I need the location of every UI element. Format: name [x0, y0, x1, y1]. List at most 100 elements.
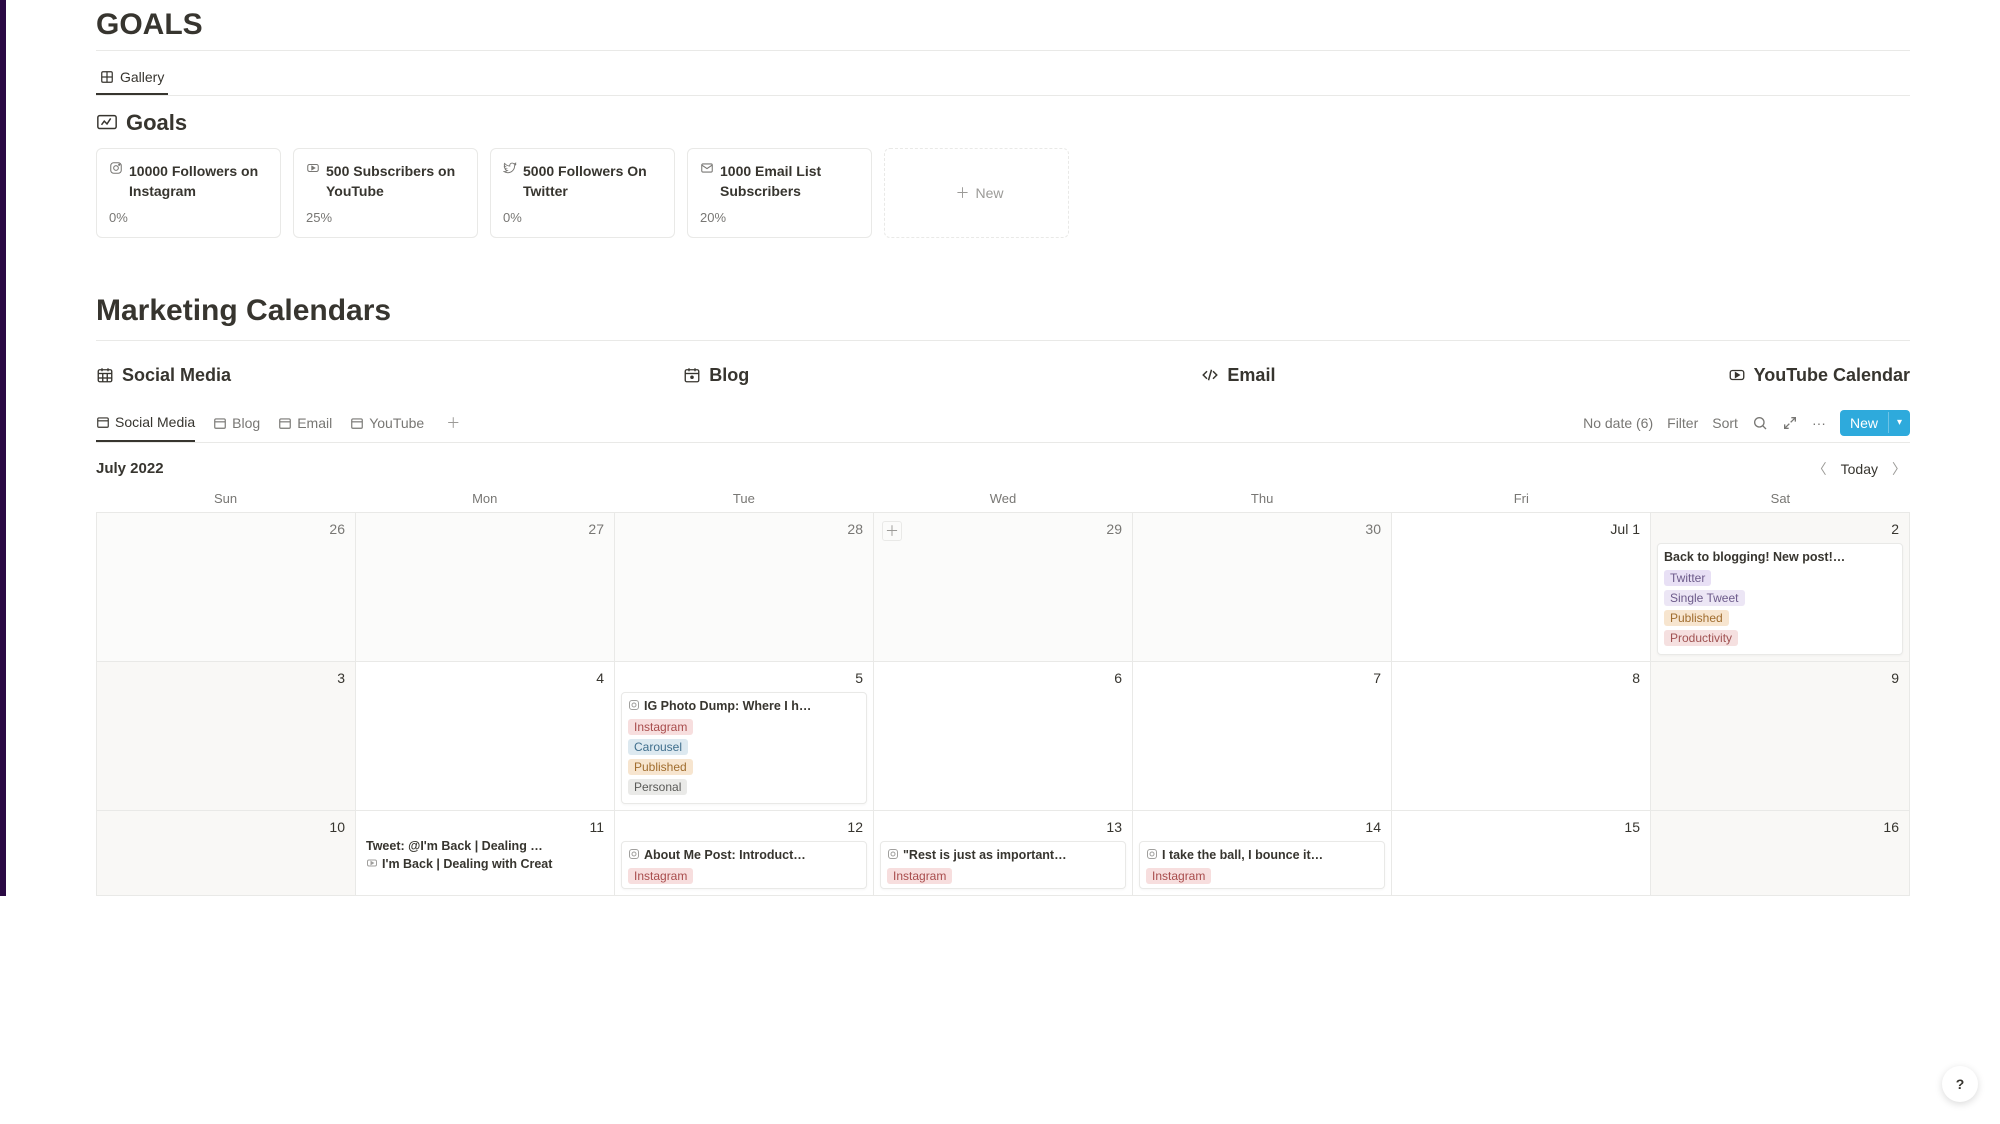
goal-card-youtube[interactable]: 500 Subscribers on YouTube 25%: [293, 148, 478, 238]
database-tabs: Social Media Blog Email YouTube ＋: [96, 404, 464, 442]
youtube-calendar-link[interactable]: YouTube Calendar: [1728, 365, 1910, 386]
calendar-cell[interactable]: 14 I take the ball, I bounce it… Instagr…: [1133, 811, 1392, 896]
event-card[interactable]: Back to blogging! New post!… Twitter Sin…: [1657, 543, 1903, 655]
event-card[interactable]: IG Photo Dump: Where I h… Instagram Caro…: [621, 692, 867, 804]
event-tag: Productivity: [1664, 630, 1738, 646]
new-goal-label: New: [975, 185, 1003, 201]
twitter-icon: [503, 161, 517, 202]
social-media-link-label: Social Media: [122, 365, 231, 386]
calendar-cell[interactable]: 2 Back to blogging! New post!… Twitter S…: [1651, 513, 1910, 662]
calendar-cell[interactable]: 16: [1651, 811, 1910, 896]
more-icon[interactable]: ···: [1812, 415, 1826, 431]
day-number: 26: [103, 519, 349, 539]
database-controls: No date (6) Filter Sort ··· New ▾: [1583, 410, 1910, 436]
calendar-cell[interactable]: 8: [1392, 662, 1651, 811]
calendar-cell[interactable]: 4: [356, 662, 615, 811]
day-number: 11: [362, 817, 608, 837]
database-tabs-row: Social Media Blog Email YouTube ＋ No dat…: [96, 404, 1910, 443]
add-event-plus-icon[interactable]: ＋: [882, 521, 902, 541]
calendar-grid-icon: [96, 366, 114, 384]
db-tab-youtube[interactable]: YouTube: [350, 405, 424, 441]
event-mini[interactable]: I'm Back | Dealing with Creat: [362, 855, 608, 873]
filter-button[interactable]: Filter: [1667, 415, 1698, 431]
db-tab-label: Blog: [232, 415, 260, 431]
calendar-icon: [350, 416, 364, 430]
expand-icon[interactable]: [1782, 415, 1798, 431]
db-tab-label: YouTube: [369, 415, 424, 431]
calendar-grid: 26 27 28 ＋ 29 30 Jul 1 2 Back to bloggin…: [96, 512, 1910, 896]
calendar-cell[interactable]: 5 IG Photo Dump: Where I h… Instagram Ca…: [615, 662, 874, 811]
search-icon[interactable]: [1752, 415, 1768, 431]
calendar-header: July 2022 〈 Today 〉: [96, 443, 1910, 491]
event-mini[interactable]: Tweet: @I'm Back | Dealing …: [362, 837, 608, 855]
new-button[interactable]: New ▾: [1840, 410, 1910, 436]
db-tab-blog[interactable]: Blog: [213, 405, 260, 441]
day-number: 2: [1657, 519, 1903, 539]
event-card[interactable]: About Me Post: Introduct… Instagram: [621, 841, 867, 889]
calendar-cell[interactable]: ＋ 29: [874, 513, 1133, 662]
db-tab-label: Social Media: [115, 414, 195, 430]
goal-card-twitter[interactable]: 5000 Followers On Twitter 0%: [490, 148, 675, 238]
event-tag: Carousel: [628, 739, 688, 755]
marketing-heading: Marketing Calendars: [96, 286, 1910, 336]
event-tag: Single Tweet: [1664, 590, 1745, 606]
youtube-icon: [306, 161, 320, 202]
calendar-cell[interactable]: 26: [97, 513, 356, 662]
event-card[interactable]: "Rest is just as important… Instagram: [880, 841, 1126, 889]
sort-button[interactable]: Sort: [1712, 415, 1738, 431]
calendar-cell[interactable]: 10: [97, 811, 356, 896]
calendar-cell[interactable]: 12 About Me Post: Introduct… Instagram: [615, 811, 874, 896]
event-title: Tweet: @I'm Back | Dealing …: [366, 839, 543, 853]
gallery-tab-label: Gallery: [120, 69, 164, 85]
goals-view-tabs: Gallery: [96, 61, 1910, 96]
calendar-dot-icon: [683, 366, 701, 384]
goal-title: 5000 Followers On Twitter: [523, 161, 662, 202]
event-card[interactable]: I take the ball, I bounce it… Instagram: [1139, 841, 1385, 889]
add-view-button[interactable]: ＋: [442, 409, 464, 437]
weekday-label: Tue: [614, 491, 873, 506]
help-button[interactable]: ?: [1942, 1066, 1978, 1102]
event-tag: Published: [628, 759, 693, 775]
calendar-nav: 〈 Today 〉: [1809, 457, 1910, 481]
chevron-down-icon[interactable]: ▾: [1888, 412, 1910, 433]
blog-link[interactable]: Blog: [683, 365, 749, 386]
calendar-cell[interactable]: Jul 1: [1392, 513, 1651, 662]
db-tab-social-media[interactable]: Social Media: [96, 404, 195, 442]
new-goal-card[interactable]: ＋ New: [884, 148, 1069, 238]
day-number: 4: [362, 668, 608, 688]
email-link[interactable]: Email: [1201, 365, 1275, 386]
calendar-cell[interactable]: 27: [356, 513, 615, 662]
day-number: 14: [1139, 817, 1385, 837]
blog-link-label: Blog: [709, 365, 749, 386]
calendar-cell[interactable]: 30: [1133, 513, 1392, 662]
day-number: 29: [880, 519, 1126, 539]
day-number: 9: [1657, 668, 1903, 688]
goals-heading: GOALS: [96, 0, 1910, 51]
day-number: 28: [621, 519, 867, 539]
goal-card-instagram[interactable]: 10000 Followers on Instagram 0%: [96, 148, 281, 238]
calendar-cell[interactable]: 11 Tweet: @I'm Back | Dealing … I'm Back…: [356, 811, 615, 896]
instagram-icon: [628, 699, 640, 713]
goal-card-email[interactable]: 1000 Email List Subscribers 20%: [687, 148, 872, 238]
next-month-chevron-icon[interactable]: 〉: [1888, 457, 1910, 481]
day-number: 3: [103, 668, 349, 688]
instagram-icon: [1146, 848, 1158, 862]
calendar-cell[interactable]: 6: [874, 662, 1133, 811]
calendar-cell[interactable]: 3: [97, 662, 356, 811]
event-tag: Personal: [628, 779, 687, 795]
goal-cards-row: 10000 Followers on Instagram 0% 500 Subs…: [96, 148, 1910, 238]
calendar-cell[interactable]: 13 "Rest is just as important… Instagram: [874, 811, 1133, 896]
weekday-label: Fri: [1392, 491, 1651, 506]
event-tag: Instagram: [887, 868, 952, 884]
db-tab-email[interactable]: Email: [278, 405, 332, 441]
today-button[interactable]: Today: [1841, 461, 1878, 477]
no-date-button[interactable]: No date (6): [1583, 415, 1653, 431]
calendar-cell[interactable]: 28: [615, 513, 874, 662]
goals-subheading-label: Goals: [126, 110, 187, 136]
calendar-cell[interactable]: 7: [1133, 662, 1392, 811]
social-media-link[interactable]: Social Media: [96, 365, 231, 386]
calendar-cell[interactable]: 15: [1392, 811, 1651, 896]
prev-month-chevron-icon[interactable]: 〈: [1809, 457, 1831, 481]
calendar-cell[interactable]: 9: [1651, 662, 1910, 811]
gallery-view-tab[interactable]: Gallery: [96, 61, 168, 95]
